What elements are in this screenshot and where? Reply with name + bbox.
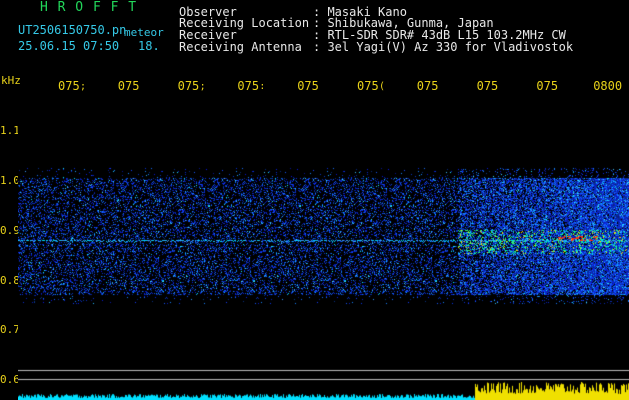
time-tick-label: 0800 [593,79,623,93]
file-suffix: meteor [124,26,164,39]
time-tick-label: 075 [177,79,200,93]
seconds-label: 18. [138,39,160,53]
date-time: 25.06.15 07:50 [18,39,120,53]
time-tick-label: 075 [476,79,499,93]
time-tick-mark: ( [379,81,386,92]
time-tick-mark: ; [199,81,206,92]
frequency-tick-label: 1.1 [0,124,20,137]
time-tick-label: 075 [536,79,559,93]
time-tick-label: 075 [357,79,379,93]
frequency-tick-label: 0.9 [0,224,20,237]
frequency-tick-label: 0.7 [0,323,20,336]
frequency-tick-label: 0.6 [0,373,20,386]
time-tick-label: 075 [58,79,80,93]
time-tick-label: 075 [237,79,260,93]
antenna-label: Receiving Antenna [179,40,302,54]
time-tick-mark: ; [80,81,87,92]
frequency-unit-label: kHz [1,74,21,87]
time-tick-label: 075 [297,79,319,93]
time-tick-label: 075 [117,79,140,93]
file-name: UT2506150750.pn [18,23,127,37]
spectrogram-display [18,98,629,400]
app-title: H R O F F T [40,0,138,15]
time-tick-mark: : [259,81,266,92]
frequency-tick-label: 0.8 [0,274,20,287]
time-tick-label: 075 [416,79,439,93]
antenna-value: : 3el Yagi(V) Az 330 for Vladivostok [313,40,574,54]
frequency-tick-label: 1.0 [0,174,20,187]
